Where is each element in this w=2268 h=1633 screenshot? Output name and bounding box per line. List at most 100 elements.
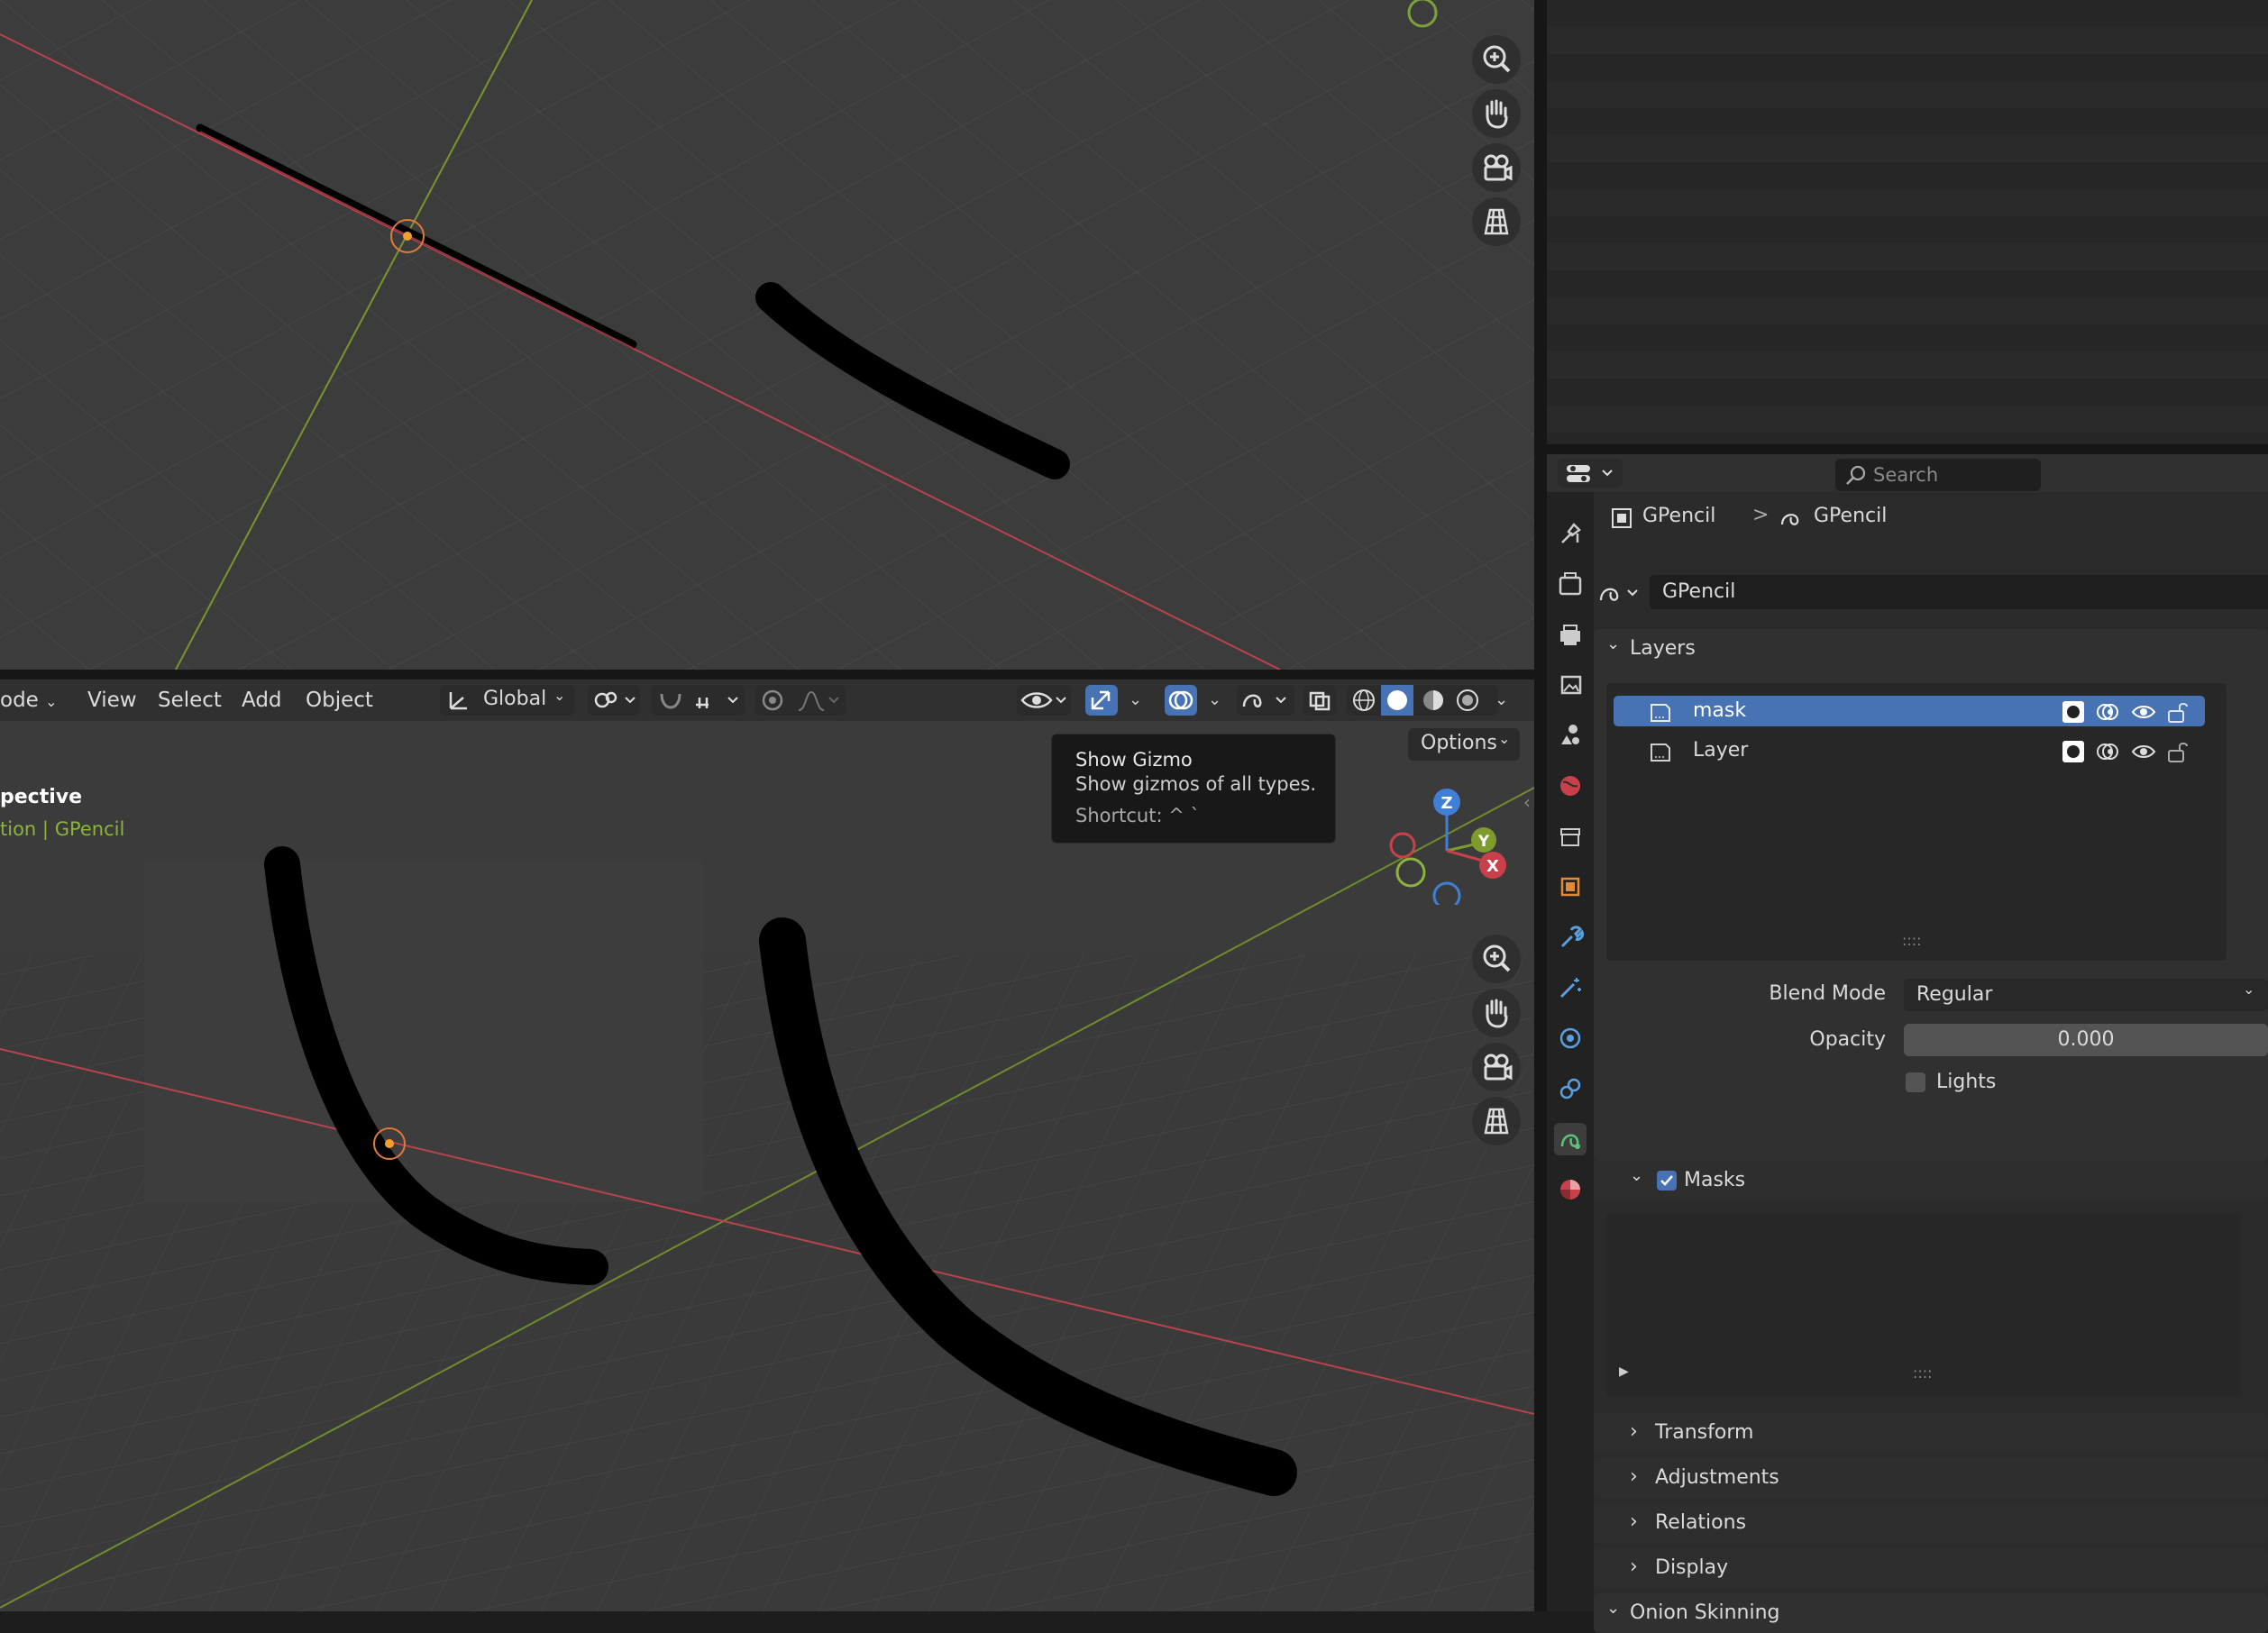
subpanel-label: Display — [1655, 1556, 1729, 1579]
expand-triangle-icon[interactable]: ▶ — [1619, 1364, 1629, 1379]
zoom-button[interactable] — [1472, 935, 1521, 983]
layer-row-layer[interactable]: Layer — [1614, 735, 2205, 766]
collection-label: tion — [0, 818, 37, 840]
masks-resize-grip[interactable]: :::: — [1913, 1364, 1933, 1382]
gizmo-icon — [1091, 690, 1111, 710]
opacity-value: 0.000 — [2057, 1028, 2115, 1051]
navigation-axis-gizmo[interactable]: Z Y X — [1379, 779, 1523, 905]
magnet-icon — [660, 693, 738, 709]
adjustments-subpanel[interactable]: › Adjustments — [1594, 1458, 2268, 1498]
chevron-down-icon: ⌄ — [553, 687, 566, 704]
area-splitter-horizontal[interactable] — [0, 670, 1538, 680]
ortho-toggle-button-top[interactable] — [1472, 197, 1521, 246]
layer-row-mask[interactable]: mask — [1614, 696, 2205, 726]
menu-view[interactable]: View — [87, 680, 137, 721]
gizmo-options-chevron-icon[interactable]: ⌄ — [1129, 680, 1142, 721]
snap-toggle[interactable] — [651, 685, 745, 716]
blend-mode-dropdown[interactable]: Regular ⌄ — [1904, 979, 2268, 1011]
tab-constraints[interactable] — [1554, 1072, 1587, 1105]
pivot-point-dropdown[interactable] — [588, 685, 640, 716]
ortho-toggle-button[interactable] — [1472, 1097, 1521, 1145]
gpencil-data-icon — [1599, 588, 1638, 601]
opacity-slider[interactable]: 0.000 — [1904, 1024, 2268, 1056]
outliner-area[interactable] — [1547, 0, 2268, 444]
properties-search-input[interactable]: Search — [1835, 459, 2041, 491]
shading-options-chevron-icon[interactable]: ⌄ — [1495, 680, 1508, 721]
opacity-label: Opacity — [1809, 1028, 1886, 1051]
tab-render[interactable] — [1554, 568, 1587, 600]
tab-view-layer[interactable] — [1554, 669, 1587, 701]
tab-collection[interactable] — [1554, 820, 1587, 853]
mode-dropdown[interactable]: ode ⌄ — [0, 680, 58, 721]
gpencil-overlay-dropdown[interactable] — [1237, 685, 1294, 716]
tab-object[interactable] — [1554, 871, 1587, 903]
shading-icons — [1353, 685, 1478, 716]
relations-subpanel[interactable]: › Relations — [1594, 1503, 2268, 1543]
constraint-icon — [1559, 1078, 1581, 1099]
tab-material[interactable] — [1554, 1173, 1587, 1206]
tab-gpencil-data[interactable] — [1554, 1123, 1587, 1155]
lights-checkbox[interactable] — [1906, 1072, 1925, 1092]
options-dropdown[interactable]: Options ⌄ — [1408, 728, 1520, 761]
area-splitter-right[interactable] — [1547, 444, 2268, 454]
gpencil-stroke-icon — [1242, 694, 1286, 707]
menu-object[interactable]: Object — [306, 680, 373, 721]
pan-button[interactable] — [1472, 989, 1521, 1037]
tooltip-shortcut: Shortcut: ^ ` — [1075, 805, 1200, 826]
tab-world[interactable] — [1554, 770, 1587, 802]
masks-enable-checkbox[interactable] — [1657, 1171, 1677, 1191]
onion-skinning-panel-header[interactable]: ⌄ Onion Skinning — [1594, 1593, 2268, 1633]
x-axis-label: X — [1486, 857, 1499, 876]
breadcrumb-data: GPencil — [1814, 505, 1888, 527]
visibility-dropdown[interactable] — [1017, 685, 1071, 716]
show-overlays-toggle[interactable] — [1165, 685, 1197, 716]
use-mask-icon[interactable] — [2061, 739, 2086, 764]
tab-physics[interactable] — [1554, 1022, 1587, 1054]
tab-scene[interactable] — [1554, 719, 1587, 752]
eye-icon[interactable] — [2131, 739, 2156, 764]
camera-view-button[interactable] — [1472, 1043, 1521, 1091]
show-gizmo-toggle[interactable] — [1085, 685, 1118, 716]
collection-name-text: tion | GPencil — [0, 818, 124, 840]
physics-icon — [1559, 1027, 1581, 1049]
use-mask-icon[interactable] — [2061, 699, 2086, 725]
datablock-name-field[interactable]: GPencil — [1650, 575, 2268, 609]
datablock-browse-button[interactable] — [1594, 575, 1648, 609]
tab-tool[interactable] — [1554, 517, 1587, 550]
overlay-options-chevron-icon[interactable]: ⌄ — [1208, 680, 1221, 721]
list-resize-grip[interactable]: :::: — [1902, 932, 1922, 949]
outliner-rows-background — [1547, 0, 2268, 444]
chevron-right-icon: › — [1630, 1465, 1638, 1488]
layer-name: Layer — [1693, 739, 1749, 762]
viewport-top[interactable] — [0, 0, 1534, 670]
eye-icon[interactable] — [2131, 699, 2156, 725]
show-gizmo-tooltip: Show Gizmo Show gizmos of all types. Sho… — [1051, 734, 1336, 844]
masks-panel-header[interactable]: ⌄ Masks — [1594, 1161, 2268, 1200]
xray-toggle[interactable] — [1303, 685, 1336, 716]
zoom-button-top[interactable] — [1472, 35, 1521, 84]
unlock-icon[interactable] — [2165, 699, 2190, 725]
tab-output[interactable] — [1554, 618, 1587, 651]
camera-view-button-top[interactable] — [1472, 143, 1521, 192]
proportional-icon — [762, 689, 839, 711]
menu-select[interactable]: Select — [158, 680, 222, 721]
onion-skin-icon[interactable] — [2095, 699, 2120, 725]
lights-label: Lights — [1936, 1071, 1997, 1093]
tab-effects[interactable] — [1554, 972, 1587, 1004]
menu-add[interactable]: Add — [242, 680, 282, 721]
gpencil-data-icon — [1780, 514, 1799, 525]
hand-icon — [1486, 999, 1508, 1028]
sidebar-toggle-chevron-icon[interactable]: ‹ — [1523, 791, 1531, 813]
editor-type-dropdown[interactable] — [1558, 459, 1623, 488]
transform-subpanel[interactable]: › Transform — [1594, 1413, 2268, 1453]
transform-orientation-dropdown[interactable]: Global ⌄ — [440, 685, 575, 716]
area-splitter-vertical[interactable] — [1534, 0, 1547, 1611]
proportional-editing-toggle[interactable] — [755, 685, 846, 716]
display-subpanel[interactable]: › Display — [1594, 1548, 2268, 1588]
tab-modifiers[interactable] — [1554, 921, 1587, 953]
layers-panel: ⌄ Layers mask Layer:::: Blend Mode Regu… — [1594, 629, 2268, 1161]
onion-skin-icon[interactable] — [2095, 739, 2120, 764]
pan-button-top[interactable] — [1472, 89, 1521, 138]
unlock-icon[interactable] — [2165, 739, 2190, 764]
layers-panel-header[interactable]: ⌄ Layers — [1594, 629, 2268, 669]
